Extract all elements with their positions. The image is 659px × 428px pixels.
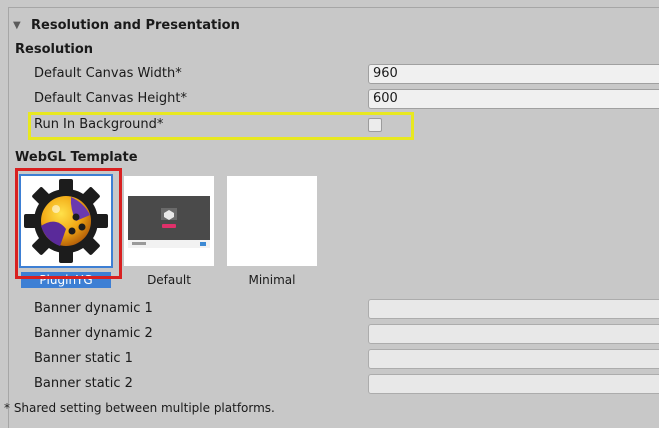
default-template-preview-icon (128, 196, 210, 248)
canvas-width-input[interactable]: 960 (368, 64, 659, 84)
canvas-width-label: Default Canvas Width* (34, 66, 182, 81)
resolution-presentation-foldout[interactable]: ▼ Resolution and Presentation (13, 15, 240, 35)
foldout-arrow-icon: ▼ (13, 19, 21, 31)
template-default[interactable] (124, 176, 214, 266)
banner-dynamic-2-row: Banner dynamic 2 (9, 323, 659, 347)
canvas-width-row: Default Canvas Width* 960 (9, 63, 659, 87)
banner-static-1-row: Banner static 1 (9, 348, 659, 372)
template-minimal[interactable] (227, 176, 317, 266)
banner-static-2-input[interactable] (368, 374, 659, 394)
canvas-height-label: Default Canvas Height* (34, 91, 187, 106)
foldout-title: Resolution and Presentation (31, 17, 240, 33)
canvas-height-row: Default Canvas Height* 600 (9, 88, 659, 112)
banner-dynamic-1-input[interactable] (368, 299, 659, 319)
template-minimal-label: Minimal (248, 273, 296, 287)
banner-static-1-input[interactable] (368, 349, 659, 369)
yellow-highlight-box (28, 112, 414, 140)
resolution-heading: Resolution (15, 42, 94, 57)
red-highlight-box (15, 168, 122, 279)
banner-dynamic-2-label: Banner dynamic 2 (34, 326, 153, 341)
player-settings-panel: ▼ Resolution and Presentation Resolution… (8, 7, 659, 428)
canvas-height-input[interactable]: 600 (368, 89, 659, 109)
banner-static-1-label: Banner static 1 (34, 351, 133, 366)
template-default-label: Default (147, 273, 191, 287)
banner-dynamic-1-row: Banner dynamic 1 (9, 298, 659, 322)
banner-static-2-label: Banner static 2 (34, 376, 133, 391)
banner-dynamic-1-label: Banner dynamic 1 (34, 301, 153, 316)
webgl-template-heading: WebGL Template (15, 150, 138, 165)
shared-setting-footnote: * Shared setting between multiple platfo… (4, 401, 275, 415)
banner-dynamic-2-input[interactable] (368, 324, 659, 344)
banner-static-2-row: Banner static 2 (9, 373, 659, 397)
